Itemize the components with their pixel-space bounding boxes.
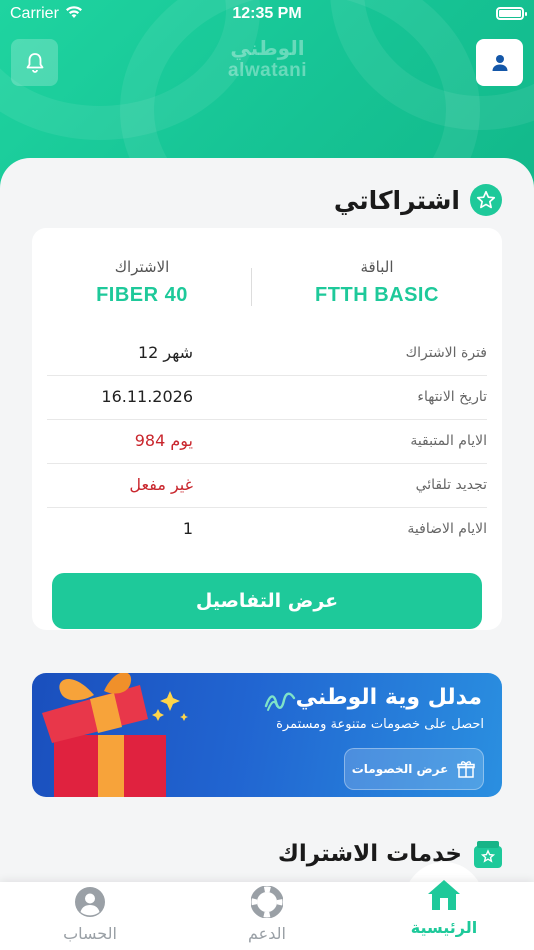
subscription-column: الاشتراك FIBER 40 [42,258,242,307]
package-label: الباقة [360,258,394,276]
detail-key: فترة الاشتراك [405,345,487,361]
bell-icon [26,52,43,73]
tab-bar: الحساب الدعم الرئيسية [0,880,534,950]
view-details-button[interactable]: عرض التفاصيل [52,573,482,629]
detail-row: الايام الاضافية 1 [47,508,487,552]
tab-home[interactable]: الرئيسية [384,878,504,937]
detail-value: 1 [182,519,193,538]
view-offers-label: عرض الخصومات [351,762,449,776]
services-heading: خدمات الاشتراك [278,838,504,870]
detail-key: الايام الاضافية [407,521,487,537]
clock: 12:35 PM [232,5,302,22]
box-star-icon [474,841,502,868]
user-icon [492,54,507,71]
subscription-card: الباقة FTTH BASIC الاشتراك FIBER 40 فترة… [32,228,502,630]
gift-icon [42,673,188,797]
detail-row: تجديد تلقائي غير مفعل [47,464,487,508]
offers-banner[interactable]: مدلل وية الوطني احصل على خصومات متنوعة و… [32,673,502,797]
detail-value: 16.11.2026 [101,387,193,406]
gift-outline-icon [457,761,476,778]
detail-key: تاريخ الانتهاء [417,389,487,405]
subscriptions-heading: اشتراكاتي [334,184,502,216]
battery-icon [496,7,527,20]
banner-subtitle: احصل على خصومات متنوعة ومستمرة [276,717,484,732]
notifications-button[interactable] [11,39,58,86]
detail-key: تجديد تلقائي [415,477,487,493]
account-icon [75,887,105,917]
status-bar: Carrier 12:35 PM [0,0,534,28]
profile-button[interactable] [476,39,523,86]
view-offers-button[interactable]: عرض الخصومات [344,748,484,790]
column-divider [251,268,252,306]
subscription-label: الاشتراك [114,258,170,276]
logo-arabic: الوطني [230,36,305,60]
banner-title: مدلل وية الوطني [295,685,482,710]
detail-row: الايام المتبقية 984 يوم [47,420,487,464]
detail-value: 12 شهر [137,343,193,362]
detail-key: الايام المتبقية [410,433,487,449]
detail-value: 984 يوم [134,431,193,450]
subscription-value: FIBER 40 [96,284,188,306]
detail-row: تاريخ الانتهاء 16.11.2026 [47,376,487,420]
lifebuoy-icon [250,885,284,919]
detail-row: فترة الاشتراك 12 شهر [47,332,487,376]
tab-account[interactable]: الحساب [30,886,150,943]
alwatani-logo: الوطني alwatani [210,36,325,82]
tab-home-label: الرئيسية [410,918,478,937]
subscriptions-title: اشتراكاتي [333,185,460,215]
package-column: الباقة FTTH BASIC [277,258,477,307]
tab-account-label: الحساب [63,924,117,943]
tab-support[interactable]: الدعم [207,885,327,943]
wave-logo-icon [264,692,296,711]
package-value: FTTH BASIC [315,284,439,306]
detail-value: غير مفعل [129,475,193,494]
home-icon [428,880,460,910]
logo-english: alwatani [228,60,307,81]
star-icon [470,184,502,216]
tab-support-label: الدعم [248,924,286,943]
